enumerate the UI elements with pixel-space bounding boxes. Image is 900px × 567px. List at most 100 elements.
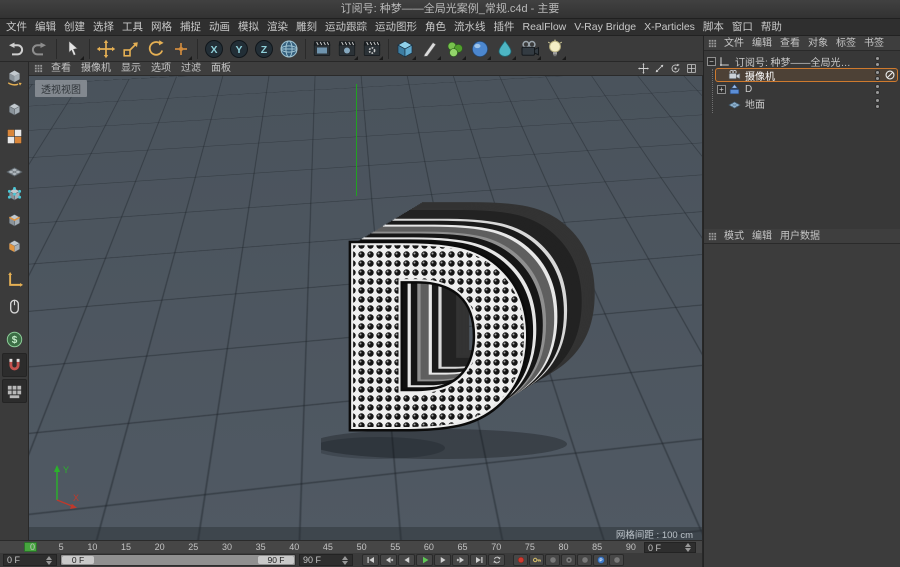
make-editable-button[interactable]	[2, 65, 27, 89]
object-row-floor[interactable]: 地面	[704, 96, 900, 111]
menubar-item-14[interactable]: 流水线	[450, 19, 490, 36]
expand-icon[interactable]: +	[717, 84, 726, 94]
record-keyframe-button[interactable]	[513, 554, 528, 566]
current-frame-field[interactable]: 0 F	[644, 542, 696, 553]
loop-button[interactable]	[488, 554, 505, 566]
redo-button[interactable]	[28, 37, 52, 61]
volume-button[interactable]	[493, 37, 517, 61]
menubar-item-0[interactable]: 文件	[2, 19, 31, 36]
previous-frame-button[interactable]	[398, 554, 415, 566]
toggle-scale-button[interactable]	[561, 554, 576, 566]
rotate-view-icon[interactable]	[669, 62, 682, 75]
range-start-grip[interactable]: 0 F	[62, 556, 94, 564]
last-used-tool[interactable]	[169, 37, 193, 61]
menubar-item-6[interactable]: 捕捉	[176, 19, 205, 36]
simulate-button[interactable]	[468, 37, 492, 61]
viewport-menu-item-0[interactable]: 查看	[46, 62, 76, 76]
attribute-manager-menu-item-0[interactable]: 模式	[720, 229, 748, 244]
model-mode-button[interactable]	[2, 98, 27, 122]
object-manager-menu-item-4[interactable]: 标签	[832, 36, 860, 51]
menubar-item-3[interactable]: 选择	[89, 19, 118, 36]
render-view-button[interactable]	[310, 37, 334, 61]
menubar-item-11[interactable]: 运动跟踪	[321, 19, 371, 36]
panel-grip-icon[interactable]	[706, 37, 718, 49]
render-picture-viewer-button[interactable]	[335, 37, 359, 61]
preview-range-slider[interactable]: 0 F 90 F	[60, 554, 296, 566]
toggle-pla-button[interactable]	[609, 554, 624, 566]
panel-grip-icon[interactable]	[32, 63, 44, 75]
menubar-item-20[interactable]: 窗口	[728, 19, 757, 36]
polygons-mode-button[interactable]	[2, 235, 27, 259]
toggle-position-button[interactable]	[545, 554, 560, 566]
visibility-dots[interactable]	[875, 83, 880, 95]
object-row-letter-d[interactable]: + D	[704, 82, 900, 96]
viewport-menu-item-4[interactable]: 过滤	[176, 62, 206, 76]
switch-view-icon[interactable]	[685, 62, 698, 75]
menubar-item-1[interactable]: 编辑	[31, 19, 60, 36]
timeline-ruler[interactable]: 0 5 10 15 20 25 30 35 40 45 50 55 60 65 70 75 80 85 90 0 F	[0, 540, 703, 553]
cube-primitive-button[interactable]	[393, 37, 417, 61]
object-manager-menu-item-3[interactable]: 对象	[804, 36, 832, 51]
undo-button[interactable]	[3, 37, 27, 61]
spinner-icon[interactable]	[685, 543, 692, 552]
live-selection-tool[interactable]	[61, 37, 85, 61]
spinner-icon[interactable]	[46, 555, 53, 565]
object-manager-menu-item-0[interactable]: 文件	[720, 36, 748, 51]
goto-start-button[interactable]	[362, 554, 379, 566]
object-row-null-group[interactable]: − 订阅号: 种梦——全局光案例	[704, 54, 900, 69]
object-label[interactable]: 摄像机	[745, 68, 775, 83]
rotate-tool[interactable]	[144, 37, 168, 61]
workplane-mode-button[interactable]	[2, 157, 27, 181]
attribute-manager-menu-item-2[interactable]: 用户数据	[776, 229, 824, 244]
viewport-menu-item-3[interactable]: 选项	[146, 62, 176, 76]
next-frame-button[interactable]	[434, 554, 451, 566]
letter-d-object-icon[interactable]	[728, 83, 742, 96]
floor-object-icon[interactable]	[728, 97, 742, 110]
menubar-item-9[interactable]: 渲染	[263, 19, 292, 36]
quantize-button[interactable]	[1, 379, 27, 403]
autokey-button[interactable]	[529, 554, 544, 566]
menubar-item-21[interactable]: 帮助	[757, 19, 786, 36]
menubar-item-17[interactable]: V-Ray Bridge	[570, 19, 640, 36]
move-tool[interactable]	[94, 37, 118, 61]
object-manager-menu-item-2[interactable]: 查看	[776, 36, 804, 51]
lock-z-axis-button[interactable]: Z	[252, 37, 276, 61]
object-row-camera[interactable]: 摄像机	[704, 68, 900, 83]
menubar-item-7[interactable]: 动画	[205, 19, 234, 36]
camera-object-icon[interactable]	[728, 69, 742, 82]
null-group-object-icon[interactable]	[718, 55, 732, 68]
object-manager-menu-item-5[interactable]: 书签	[860, 36, 888, 51]
dolly-view-icon[interactable]	[653, 62, 666, 75]
menubar-item-12[interactable]: 运动图形	[371, 19, 421, 36]
previous-key-button[interactable]	[380, 554, 397, 566]
viewport-3d[interactable]: DDDDDDDDDDDDDDDDDDDDDDDDDDDDDDDDDDDDDDDD…	[29, 76, 703, 540]
next-key-button[interactable]	[452, 554, 469, 566]
visibility-dots[interactable]	[875, 69, 880, 81]
attribute-manager-menu-item-1[interactable]: 编辑	[748, 229, 776, 244]
viewport-menu-item-5[interactable]: 面板	[206, 62, 236, 76]
collapse-icon[interactable]: −	[707, 56, 716, 66]
menubar-item-2[interactable]: 创建	[60, 19, 89, 36]
viewport-select-button[interactable]	[2, 294, 27, 318]
edges-mode-button[interactable]	[2, 209, 27, 233]
menubar-item-5[interactable]: 网格	[147, 19, 176, 36]
menubar-item-16[interactable]: RealFlow	[519, 19, 571, 36]
pan-view-icon[interactable]	[637, 62, 650, 75]
menubar-item-8[interactable]: 模拟	[234, 19, 263, 36]
toggle-rotation-button[interactable]	[577, 554, 592, 566]
texture-mode-button[interactable]	[2, 124, 27, 148]
axis-mode-button[interactable]	[2, 268, 27, 292]
panel-grip-icon[interactable]	[706, 230, 718, 242]
viewport-menu-item-2[interactable]: 显示	[116, 62, 146, 76]
object-label[interactable]: 订阅号: 种梦——全局光案例	[735, 54, 851, 69]
menubar-item-19[interactable]: 脚本	[699, 19, 728, 36]
menubar-item-4[interactable]: 工具	[118, 19, 147, 36]
range-end-grip[interactable]: 90 F	[258, 556, 294, 564]
scale-tool[interactable]	[119, 37, 143, 61]
camera-view-toggle-icon[interactable]	[883, 69, 897, 82]
render-settings-button[interactable]	[360, 37, 384, 61]
view-label[interactable]: 透视视图	[35, 80, 87, 97]
goto-end-button[interactable]	[470, 554, 487, 566]
coordinate-system-button[interactable]	[277, 37, 301, 61]
mograph-button[interactable]	[443, 37, 467, 61]
